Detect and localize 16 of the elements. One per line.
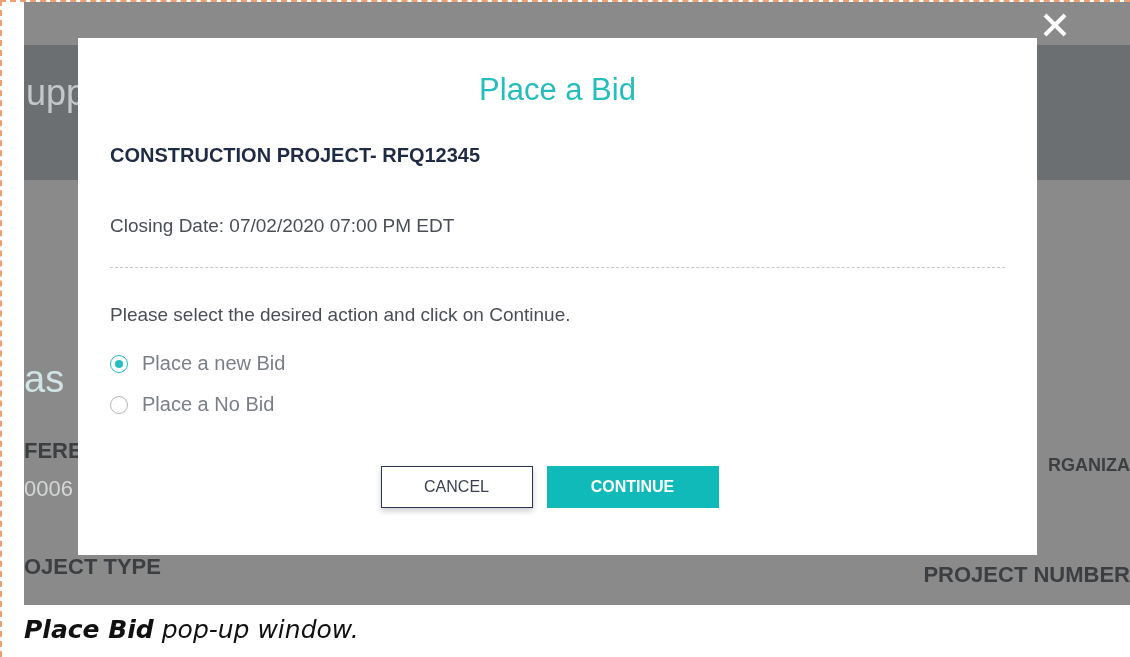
radio-option[interactable]: Place a new Bid (110, 352, 286, 375)
field-label: RGANIZA (1048, 455, 1130, 476)
section-heading-fragment: as (24, 360, 65, 398)
field-label: PROJECT NUMBER (923, 562, 1130, 588)
close-icon[interactable] (1042, 12, 1068, 38)
continue-button[interactable]: CONTINUE (546, 466, 719, 508)
project-name: CONSTRUCTION PROJECT- RFQ12345 (110, 144, 482, 167)
field-value: 0006 (24, 476, 73, 502)
closing-date: Closing Date: 07/02/2020 07:00 PM EDT (110, 215, 456, 237)
dialog-title: Place a Bid (479, 72, 636, 108)
caption: Place Bid pop-up window. (24, 614, 360, 644)
field-label: FERE (24, 438, 83, 464)
field-label: OJECT TYPE (24, 554, 161, 580)
cancel-button[interactable]: CANCEL (380, 466, 533, 508)
radio-option[interactable]: Place a No Bid (110, 393, 275, 416)
instruction-text: Please select the desired action and click on Continue. (110, 304, 572, 326)
